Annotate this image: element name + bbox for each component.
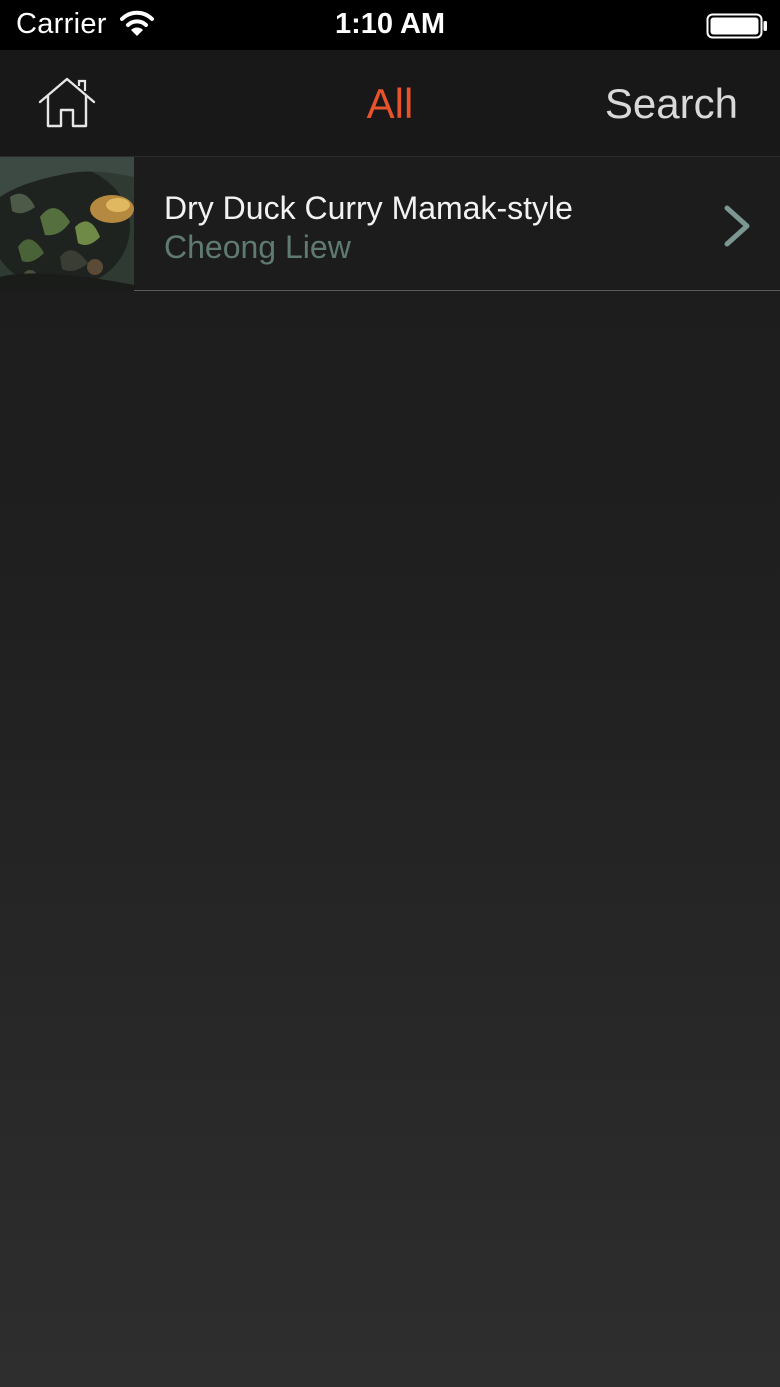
row-divider <box>134 290 780 291</box>
recipe-title: Dry Duck Curry Mamak-style <box>164 190 573 226</box>
recipe-author: Cheong Liew <box>164 229 351 265</box>
home-icon <box>38 77 96 128</box>
home-button[interactable] <box>36 76 98 132</box>
search-button[interactable]: Search <box>605 80 738 128</box>
battery-icon <box>706 13 767 39</box>
chevron-right-icon <box>724 205 750 247</box>
app-screen: Carrier 1:10 AM All Search Dry Duck Curr… <box>0 0 780 1387</box>
recipe-list: Dry Duck Curry Mamak-style Cheong Liew <box>0 157 780 291</box>
status-bar: Carrier 1:10 AM <box>0 0 780 50</box>
status-time: 1:10 AM <box>334 8 446 40</box>
navigation-bar: All Search <box>0 50 780 157</box>
list-item[interactable]: Dry Duck Curry Mamak-style Cheong Liew <box>0 157 780 291</box>
recipe-thumbnail <box>0 157 134 291</box>
